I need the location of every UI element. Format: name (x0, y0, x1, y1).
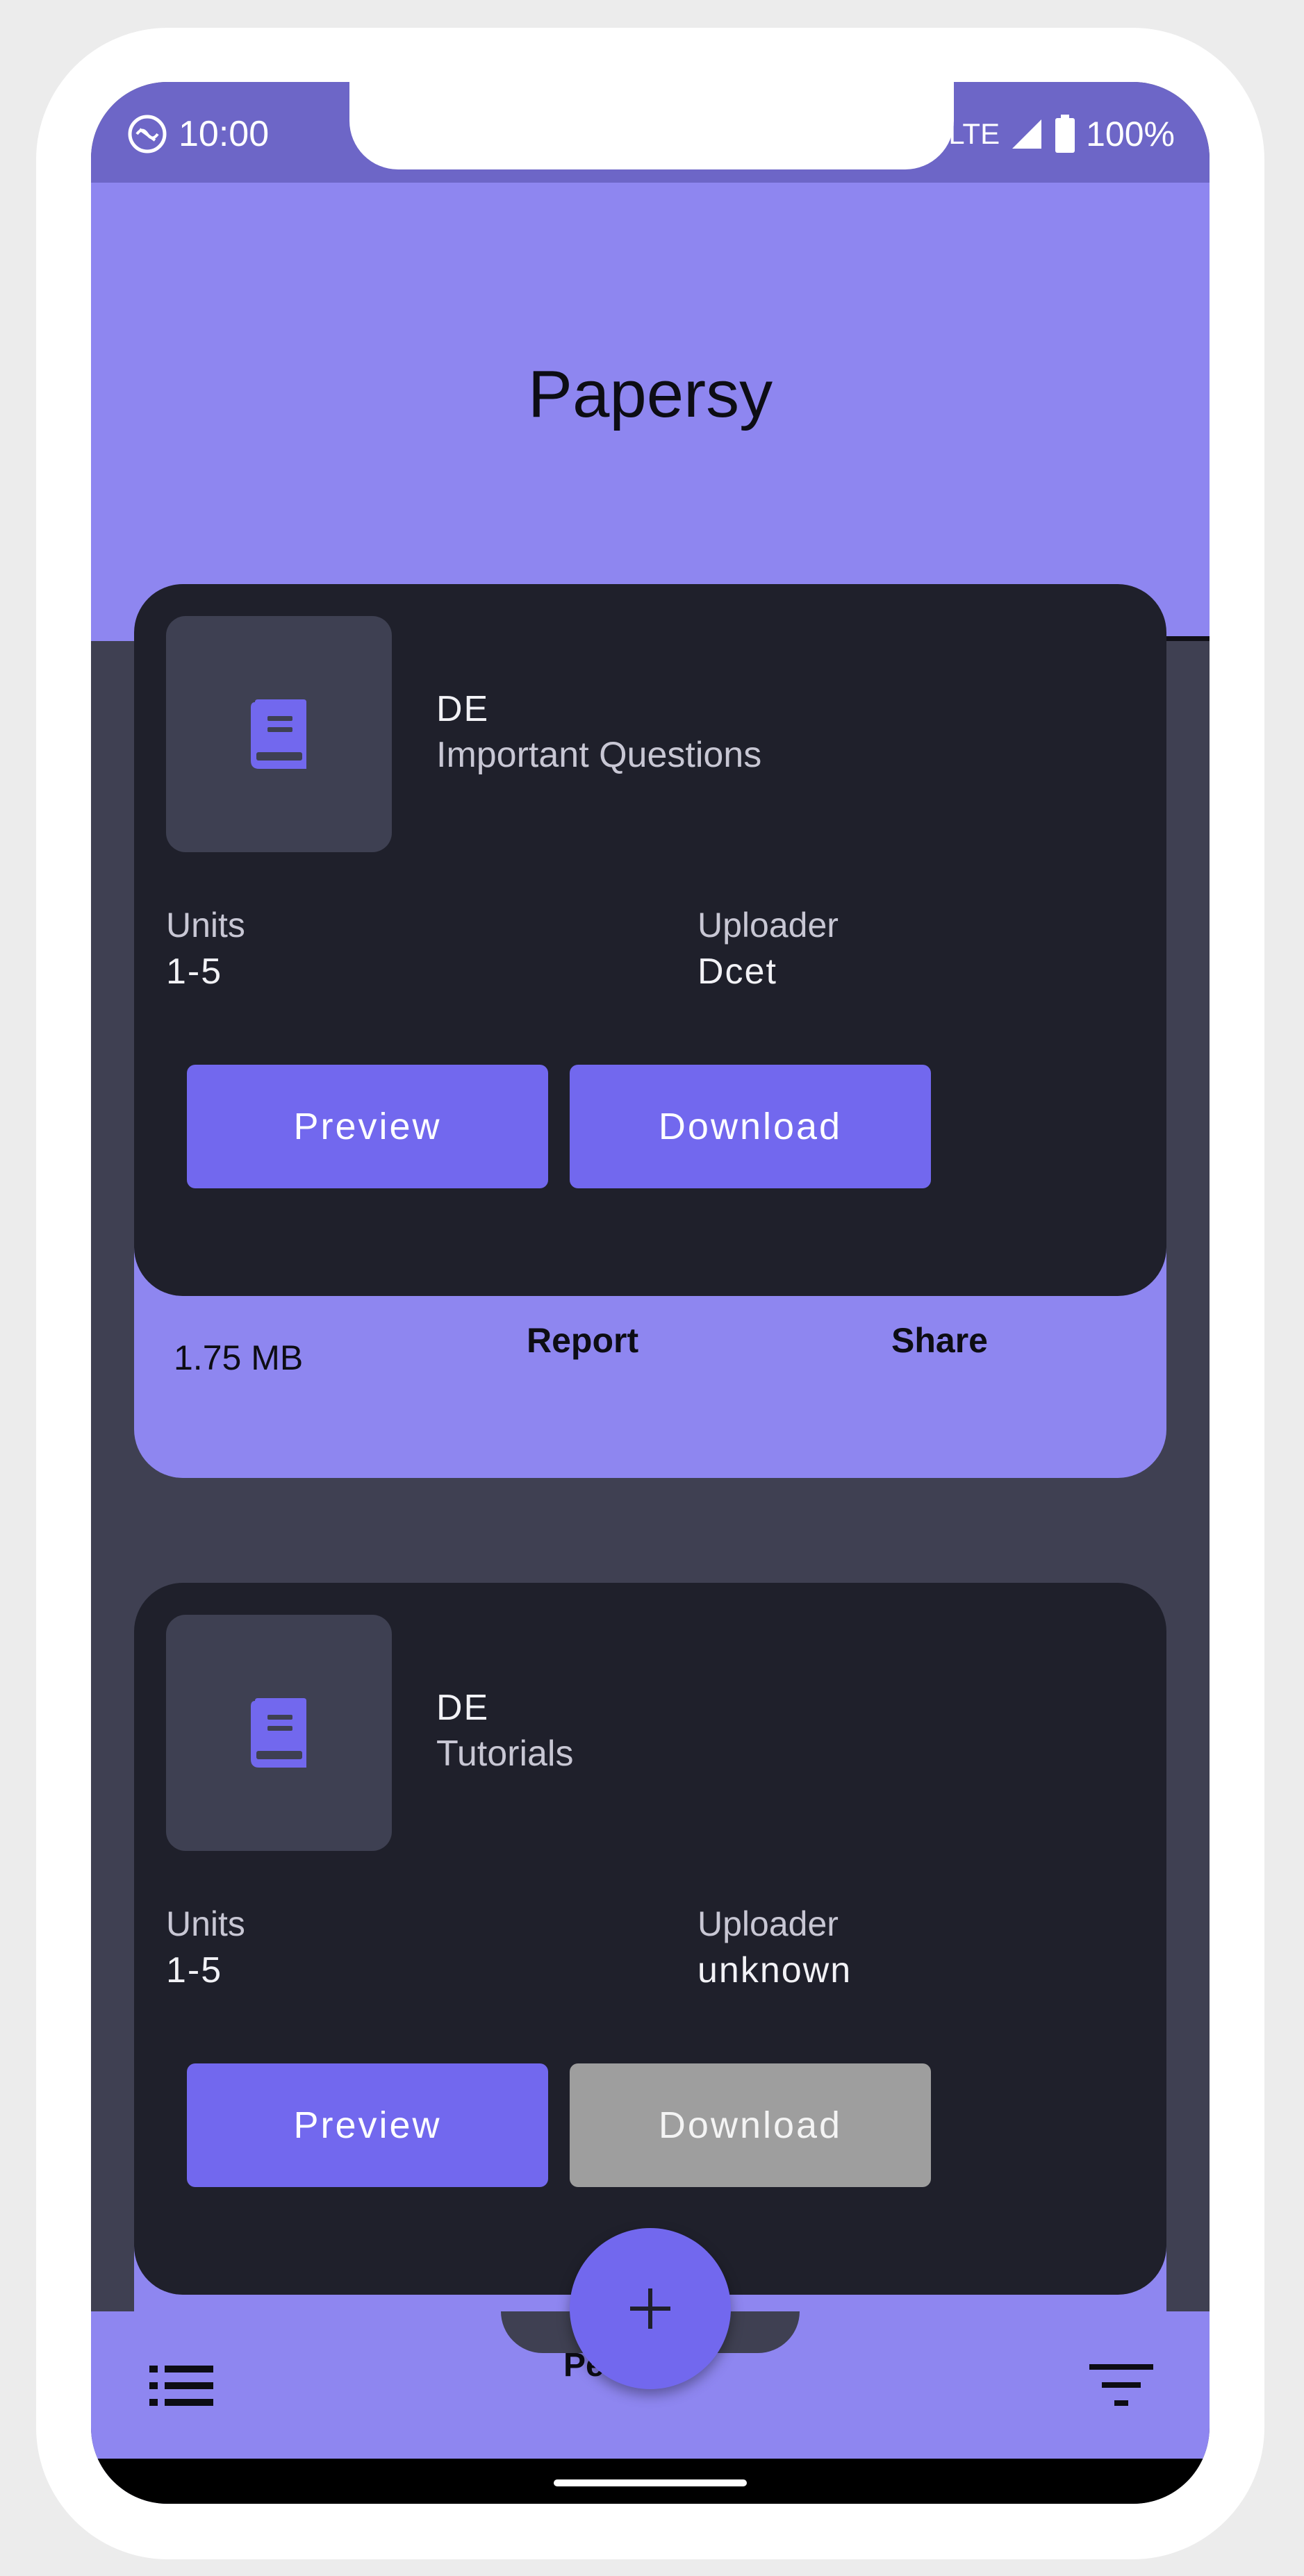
book-icon (250, 1698, 306, 1768)
signal-icon (1012, 119, 1042, 149)
card-subject: DE (436, 689, 490, 729)
uploader-label: Uploader (698, 1904, 839, 1943)
download-button-disabled[interactable]: Download (570, 2063, 931, 2187)
status-right: LTE 100% (948, 110, 1175, 158)
status-time: 10:00 (179, 114, 270, 154)
add-icon (630, 2288, 670, 2329)
menu-list-icon[interactable] (147, 2361, 216, 2410)
uploader-label: Uploader (698, 906, 839, 945)
file-card: 1.75 MB Report Share DE Important Questi… (134, 584, 1166, 1478)
filter-icon[interactable] (1088, 2361, 1157, 2410)
app-bar: Papersy Notes Papers Extras (91, 183, 1210, 641)
data-saver-icon (128, 115, 167, 153)
card-body: DE Tutorials Units 1-5 Uploader unknown … (134, 1583, 1166, 2295)
book-icon (250, 699, 306, 769)
report-button[interactable]: Report (527, 1320, 638, 1361)
status-bar: 10:00 LTE 100% (91, 82, 1210, 183)
uploader-value: Dcet (698, 952, 777, 992)
units-label: Units (166, 906, 245, 945)
card-body: DE Important Questions Units 1-5 Uploade… (134, 584, 1166, 1296)
units-value: 1-5 (166, 952, 223, 992)
units-value: 1-5 (166, 1950, 223, 1991)
home-indicator[interactable] (554, 2479, 747, 2486)
camera-notch (349, 82, 954, 169)
add-fab-button[interactable] (570, 2228, 731, 2389)
download-button[interactable]: Download (570, 1065, 931, 1188)
status-left: 10:00 (127, 110, 269, 158)
preview-button[interactable]: Preview (187, 1065, 548, 1188)
file-thumbnail (166, 616, 392, 852)
battery-icon (1055, 115, 1075, 153)
battery-level: 100% (1086, 115, 1175, 153)
network-type: LTE (948, 117, 1000, 150)
units-label: Units (166, 1904, 245, 1943)
share-button[interactable]: Share (891, 1320, 988, 1361)
uploader-value: unknown (698, 1950, 852, 1991)
phone-screen: 10:00 LTE 100% Papersy Notes Papers Extr… (91, 82, 1210, 2504)
card-subject: DE (436, 1688, 490, 1728)
system-navigation-bar (91, 2459, 1210, 2504)
card-type: Tutorials (436, 1734, 574, 1774)
app-title: Papersy (527, 357, 773, 431)
card-type: Important Questions (436, 735, 762, 775)
file-thumbnail (166, 1615, 392, 1851)
preview-button[interactable]: Preview (187, 2063, 548, 2187)
